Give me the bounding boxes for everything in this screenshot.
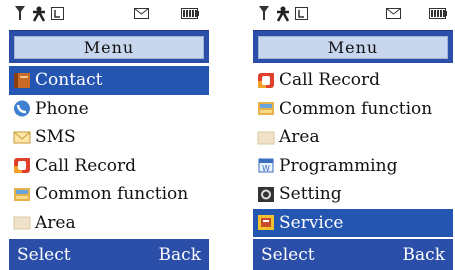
signal-icon [259,6,269,20]
menu-item-label: Call Record [35,155,137,176]
common-function-icon [14,187,30,201]
svg-text:W: W [262,164,270,173]
title-bar: Menu [253,30,453,63]
back-softkey[interactable]: Back [403,245,445,265]
menu-item-label: Setting [279,184,342,205]
select-softkey[interactable]: Select [17,245,71,265]
select-softkey[interactable]: Select [261,245,315,265]
call-record-icon [258,72,274,88]
softkey-bar: Select Back [253,239,453,270]
status-bar [253,0,453,30]
menu-item-label: Phone [35,98,89,119]
menu-list: Contact Phone SMS Call Record Common fun… [9,66,209,237]
status-bar [9,0,209,30]
lock-icon [51,7,64,20]
menu-item-programming[interactable]: W Programming [253,152,453,181]
back-softkey[interactable]: Back [159,245,201,265]
title-bar: Menu [9,30,209,63]
menu-list: Call Record Common function Area W Progr… [253,66,453,237]
area-icon [257,131,275,145]
menu-item-call-record[interactable]: Call Record [253,66,453,95]
menu-item-label: Call Record [279,70,381,91]
menu-item-label: Programming [279,155,398,176]
service-icon [258,215,274,231]
menu-item-label: Area [279,127,320,148]
message-icon [134,8,149,19]
battery-icon [181,8,199,19]
menu-item-call-record[interactable]: Call Record [9,152,209,181]
sms-icon [13,131,31,144]
programming-icon: W [258,158,274,173]
profile-icon [32,6,46,22]
page-title: Menu [258,35,448,59]
menu-item-label: Service [279,212,344,233]
menu-item-label: SMS [35,127,76,148]
setting-icon [258,186,274,202]
page-title: Menu [14,35,204,59]
menu-item-area[interactable]: Area [9,209,209,238]
menu-item-service[interactable]: Service [253,208,453,237]
menu-item-common-function[interactable]: Common function [253,95,453,124]
menu-item-phone[interactable]: Phone [9,95,209,124]
contact-icon [14,72,30,88]
phone-icon [14,100,30,117]
battery-icon [429,8,447,19]
menu-item-setting[interactable]: Setting [253,180,453,209]
menu-item-common-function[interactable]: Common function [9,180,209,209]
profile-icon [276,6,290,22]
message-icon [386,8,401,19]
common-function-icon [258,102,274,116]
right-screen: Menu Call Record Common function Area W … [253,0,453,270]
left-screen: Menu Contact Phone SMS Call Record Commo… [9,0,209,270]
menu-item-contact[interactable]: Contact [9,66,209,95]
area-icon [13,216,31,230]
signal-icon [15,6,25,20]
call-record-icon [14,158,30,174]
menu-item-sms[interactable]: SMS [9,123,209,152]
menu-item-label: Common function [279,98,433,119]
menu-item-label: Contact [35,70,103,91]
lock-icon [295,7,308,20]
menu-item-label: Area [35,212,76,233]
menu-item-label: Common function [35,184,189,205]
menu-item-area[interactable]: Area [253,123,453,152]
softkey-bar: Select Back [9,239,209,270]
